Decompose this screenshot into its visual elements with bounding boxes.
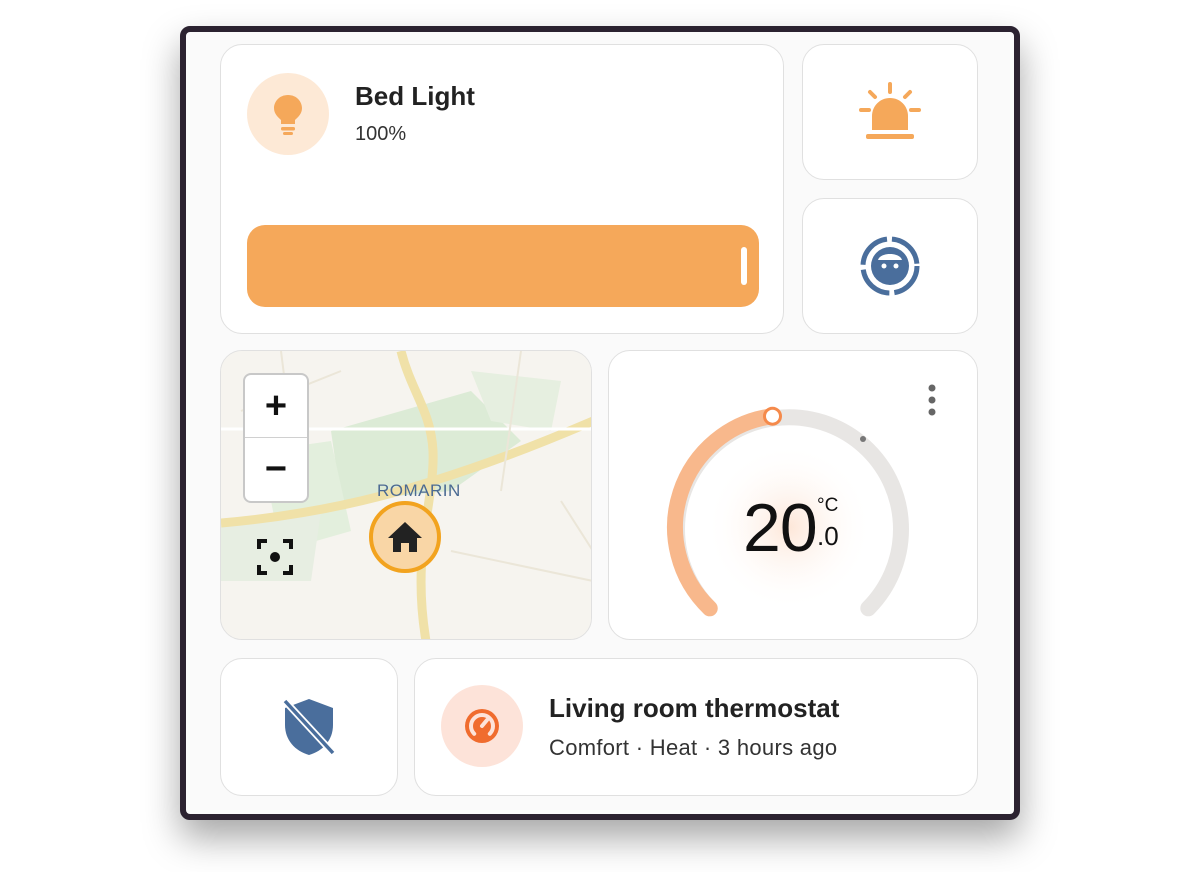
thermostat-state: Comfort · Heat · 3 hours ago — [549, 735, 838, 760]
zoom-control: + − — [243, 373, 309, 503]
bed-light-card[interactable]: Bed Light 100% — [220, 44, 784, 334]
thermostat-dial-card[interactable]: 20 °C .0 — [608, 350, 978, 640]
siren-card[interactable] — [802, 44, 978, 180]
dashboard-frame: Bed Light 100% + − ROMARIN 20 °C .0 Livi… — [180, 26, 1020, 820]
recenter-button[interactable] — [255, 537, 295, 582]
bed-light-state: 100% — [355, 123, 407, 145]
more-vert-icon[interactable] — [927, 383, 937, 424]
shield-off-icon — [282, 698, 336, 756]
home-icon — [388, 522, 422, 552]
brightness-slider[interactable] — [247, 225, 759, 307]
lightbulb-icon[interactable] — [247, 73, 329, 155]
temperature-unit: °C — [817, 495, 839, 516]
vacuum-card[interactable] — [802, 198, 978, 334]
robot-vacuum-icon — [860, 236, 920, 296]
alarm-panel-card[interactable] — [220, 658, 398, 796]
slider-handle[interactable] — [741, 247, 747, 285]
zoom-out-button[interactable]: − — [245, 438, 307, 500]
temperature-decimal: .0 — [817, 521, 839, 551]
zoom-in-button[interactable]: + — [245, 375, 307, 438]
alarm-light-icon — [859, 82, 921, 139]
thermostat-name: Living room thermostat — [549, 693, 840, 723]
bed-light-name: Bed Light — [355, 81, 475, 111]
thermostat-icon[interactable] — [441, 685, 523, 767]
temperature-value: 20 — [743, 490, 818, 566]
living-room-thermostat-card[interactable]: Living room thermostat Comfort · Heat · … — [414, 658, 978, 796]
map-place-label: ROMARIN — [377, 481, 461, 500]
map-card[interactable]: + − ROMARIN — [220, 350, 592, 640]
recenter-icon — [257, 539, 293, 575]
home-marker[interactable] — [369, 501, 441, 573]
